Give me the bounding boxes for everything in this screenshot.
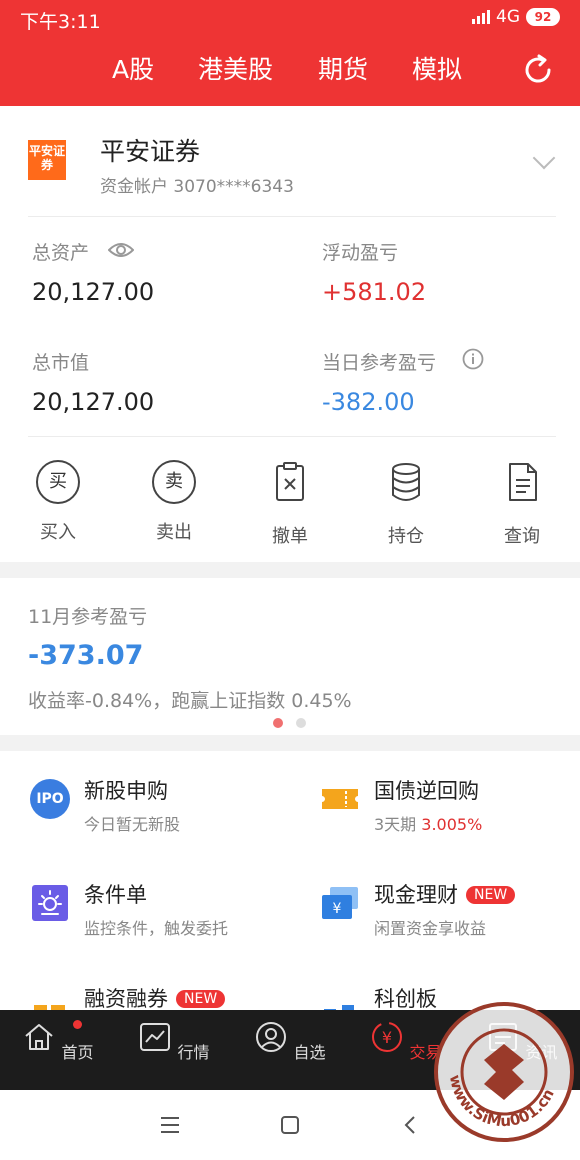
back-icon[interactable] xyxy=(402,1115,418,1135)
watchlist-icon xyxy=(256,1022,287,1052)
query-label: 查询 xyxy=(504,526,540,547)
account-number: 资金帐户 3070****6343 xyxy=(100,177,294,197)
status-right: 4G 92 xyxy=(472,7,560,27)
cash-card-icon: ¥ xyxy=(322,887,358,919)
condition-order-item[interactable]: 条件单 监控条件，触发委托 xyxy=(30,879,280,939)
page-dot xyxy=(296,718,306,728)
ticket-icon xyxy=(322,789,358,809)
battery-icon: 92 xyxy=(526,8,560,26)
refresh-icon[interactable] xyxy=(522,54,554,86)
monthly-pnl-desc: 收益率-0.84%，跑赢上证指数 0.45% xyxy=(28,690,352,712)
condition-order-sub: 监控条件，触发委托 xyxy=(84,919,229,938)
broker-logo: 平安证券 xyxy=(28,140,66,180)
tab-futures[interactable]: 期货 xyxy=(318,50,368,86)
divider xyxy=(28,216,556,217)
account-card: 平安证券 平安证券 资金帐户 3070****6343 总资产 20,127.0… xyxy=(0,106,580,562)
info-icon[interactable] xyxy=(462,348,484,370)
trade-icon: ¥ xyxy=(372,1022,403,1052)
notification-dot xyxy=(73,1020,82,1029)
market-icon xyxy=(140,1023,171,1051)
home-square-icon[interactable] xyxy=(280,1115,300,1135)
tab-home-label: 首页 xyxy=(61,1043,94,1062)
new-badge: NEW xyxy=(176,990,226,1008)
network-type: 4G xyxy=(496,7,520,27)
chevron-down-icon[interactable] xyxy=(532,146,556,170)
holdings-icon xyxy=(392,463,420,501)
cash-management-item[interactable]: ¥ 现金理财 NEW 闲置资金享收益 xyxy=(320,879,570,939)
reverse-repo-title: 国债逆回购 xyxy=(374,779,479,803)
margin-trading-title-wrap: 融资融券 NEW xyxy=(84,983,226,1013)
divider xyxy=(28,436,556,437)
tab-watchlist[interactable]: 自选 xyxy=(242,1020,338,1063)
query-button[interactable]: 查询 xyxy=(482,460,562,548)
cash-management-sub: 闲置资金享收益 xyxy=(374,919,487,938)
cancel-order-button[interactable]: 撤单 xyxy=(250,460,330,548)
home-icon xyxy=(25,1024,54,1050)
day-pnl-value: -382.00 xyxy=(322,388,415,416)
condition-order-icon xyxy=(32,885,68,921)
watermark-logo: www.SiMu001.cn xyxy=(434,1002,574,1142)
buy-icon: 买 xyxy=(36,460,80,504)
reverse-repo-item[interactable]: 国债逆回购 3天期 3.005% xyxy=(320,775,570,835)
sell-label: 卖出 xyxy=(156,522,192,543)
star-market-title: 科创板 xyxy=(374,987,437,1011)
buy-label: 买入 xyxy=(40,522,76,543)
ipo-title: 新股申购 xyxy=(84,779,168,803)
menu-icon[interactable] xyxy=(160,1116,180,1134)
market-tabs: A股 港美股 期货 模拟 xyxy=(0,36,580,106)
ipo-subscribe-item[interactable]: IPO 新股申购 今日暂无新股 xyxy=(30,775,280,835)
cash-card-icon-label: ¥ xyxy=(333,901,342,917)
tab-market-label: 行情 xyxy=(177,1043,210,1062)
condition-order-title: 条件单 xyxy=(84,883,147,907)
feature-grid: IPO 新股申购 今日暂无新股 国债逆回购 3天期 3.005% 条件单 监控条… xyxy=(0,751,580,1021)
query-icon xyxy=(509,463,537,501)
tab-simulated[interactable]: 模拟 xyxy=(412,50,462,86)
margin-trading-title: 融资融券 xyxy=(84,987,168,1011)
cancel-order-label: 撤单 xyxy=(272,526,308,547)
float-pnl-label: 浮动盈亏 xyxy=(322,242,399,264)
eye-icon[interactable] xyxy=(108,241,134,259)
sell-button[interactable]: 卖 卖出 xyxy=(134,460,214,544)
tab-market[interactable]: 行情 xyxy=(126,1020,222,1063)
cancel-order-icon xyxy=(276,462,304,501)
reverse-repo-term: 3天期 xyxy=(374,815,417,834)
monthly-pnl-value: -373.07 xyxy=(28,640,144,671)
market-value-label: 总市值 xyxy=(32,352,90,374)
status-time: 下午3:11 xyxy=(20,11,101,33)
holdings-button[interactable]: 持仓 xyxy=(366,460,446,548)
new-badge: NEW xyxy=(466,886,516,904)
holdings-label: 持仓 xyxy=(388,526,424,547)
cash-management-title-wrap: 现金理财 NEW xyxy=(374,879,516,909)
cash-management-title: 现金理财 xyxy=(374,883,458,907)
status-bar: 下午3:11 4G 92 xyxy=(0,0,580,36)
total-assets-label: 总资产 xyxy=(32,242,90,264)
ipo-icon: IPO xyxy=(30,779,70,819)
float-pnl-value: +581.02 xyxy=(322,278,427,306)
tab-a-shares[interactable]: A股 xyxy=(112,50,154,86)
sell-icon: 卖 xyxy=(152,460,196,504)
ipo-sub: 今日暂无新股 xyxy=(84,815,181,834)
day-pnl-label: 当日参考盈亏 xyxy=(322,352,437,374)
broker-name[interactable]: 平安证券 xyxy=(100,132,200,168)
tab-watchlist-label: 自选 xyxy=(293,1043,326,1062)
tab-home[interactable]: 首页 xyxy=(10,1020,106,1063)
tab-hk-us[interactable]: 港美股 xyxy=(198,50,273,86)
trade-icon-glyph: ¥ xyxy=(382,1028,392,1047)
total-assets-value: 20,127.00 xyxy=(32,278,155,306)
reverse-repo-rate: 3.005% xyxy=(421,815,483,834)
signal-icon xyxy=(472,10,490,24)
monthly-pnl-card[interactable]: 11月参考盈亏 -373.07 收益率-0.84%，跑赢上证指数 0.45% xyxy=(0,578,580,735)
monthly-pnl-label: 11月参考盈亏 xyxy=(28,606,148,628)
page-dot-active xyxy=(273,718,283,728)
market-value-value: 20,127.00 xyxy=(32,388,155,416)
buy-button[interactable]: 买 买入 xyxy=(18,460,98,544)
reverse-repo-sub: 3天期 3.005% xyxy=(374,811,482,835)
